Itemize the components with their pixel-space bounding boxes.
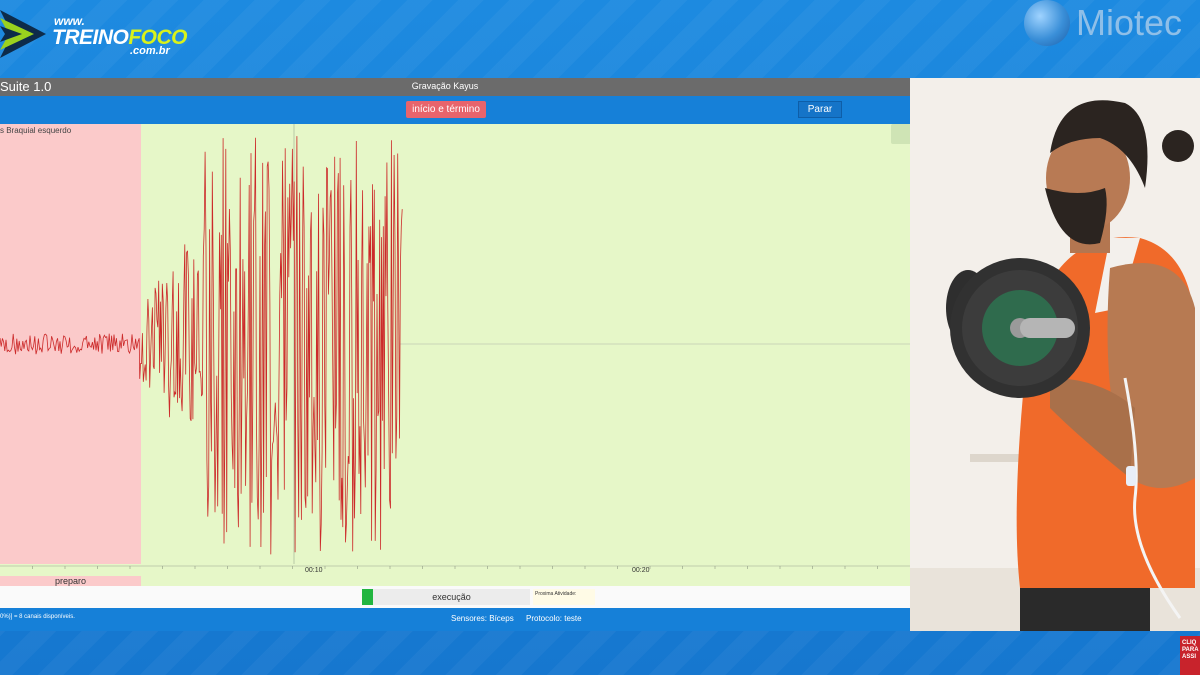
- side-panel-button[interactable]: [891, 124, 910, 144]
- title-bar: Suite 1.0 Gravação Kayus: [0, 78, 910, 96]
- next-activity-label: Proxima Atividade:: [533, 589, 595, 605]
- arrow-logo-icon: [0, 10, 46, 58]
- logo-brand-main: TREINO: [52, 26, 129, 49]
- time-axis-ticks: [0, 565, 910, 569]
- badge-line: CLIQ: [1182, 640, 1197, 646]
- badge-line: PARA: [1182, 647, 1199, 653]
- athlete-curling-barbell-image: [910, 78, 1200, 631]
- recording-title: Gravação Kayus: [411, 81, 479, 91]
- start-end-button[interactable]: início e término: [406, 101, 486, 118]
- sensors-info: Sensores: Bíceps: [451, 614, 514, 623]
- status-row: execução Proxima Atividade:: [0, 586, 910, 608]
- time-axis: 00:10 00:20: [0, 564, 910, 576]
- treino-em-foco-logo: www. TREINOFOCO .com.br: [0, 6, 200, 66]
- channels-info: 0%)] = 8 canais disponíveis.: [0, 614, 75, 620]
- badge-line: ASSI: [1182, 654, 1197, 660]
- stop-button[interactable]: Parar: [798, 101, 842, 118]
- miotec-wordmark: Miotec: [1076, 2, 1183, 43]
- current-phase-label: execução: [373, 589, 530, 605]
- toolbar: início e término Parar: [0, 96, 910, 124]
- miotec-logo: Miotec: [1022, 0, 1200, 50]
- phase-progress-indicator: [362, 589, 373, 605]
- protocol-info: Protocolo: teste: [526, 614, 582, 623]
- phase-bar: preparo: [0, 576, 910, 586]
- prep-phase-label: preparo: [0, 576, 141, 586]
- emg-software-window: Suite 1.0 Gravação Kayus início e términ…: [0, 78, 910, 631]
- status-footer: 0%)] = 8 canais disponíveis. Sensores: B…: [0, 608, 910, 631]
- logo-domain: .com.br: [130, 45, 170, 57]
- emg-signal-chart: [0, 124, 910, 564]
- globe-icon: [1024, 0, 1070, 46]
- subscribe-badge[interactable]: CLIQ PARA ASSI: [1180, 636, 1200, 675]
- time-tick-label: 00:20: [632, 567, 650, 574]
- emg-plot-area: s Braquial esquerdo: [0, 124, 910, 564]
- time-tick-label: 00:10: [305, 567, 323, 574]
- camera-feed: [910, 78, 1200, 631]
- emg-signal-line: [0, 136, 403, 555]
